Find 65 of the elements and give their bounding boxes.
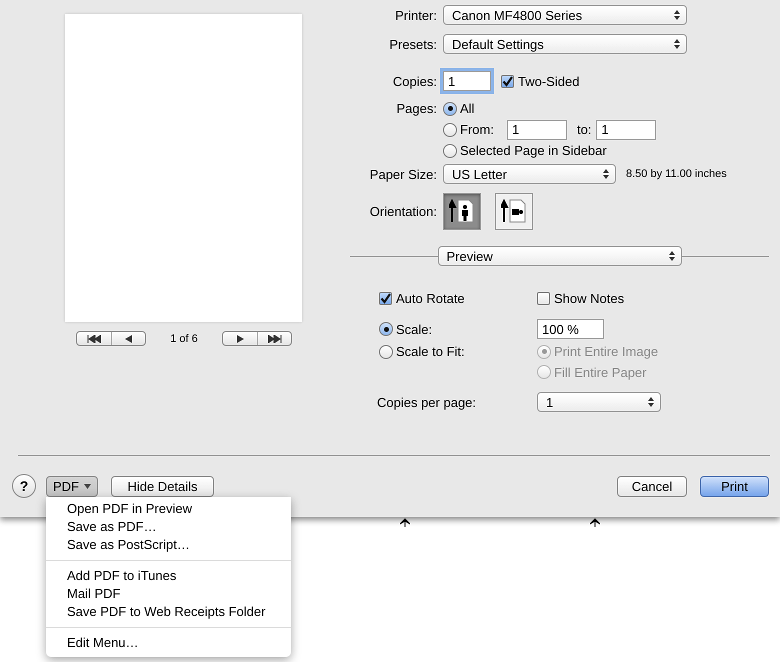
two-sided-checkbox[interactable] (501, 74, 514, 88)
section-popup[interactable]: Preview (438, 246, 682, 266)
stepper-arrows-icon (603, 169, 609, 179)
printer-label: Printer: (394, 8, 437, 22)
cancel-button[interactable]: Cancel (617, 476, 687, 496)
menu-item[interactable]: Save as PDF… (46, 518, 291, 536)
scale-field[interactable]: 100 % (537, 319, 604, 339)
show-notes-checkbox[interactable] (537, 292, 550, 304)
paper-dimensions: 8.50 by 11.00 inches (626, 168, 727, 180)
printer-popup[interactable]: Canon MF4800 Series (443, 5, 687, 25)
radio-label: Print Entire Image (554, 344, 658, 359)
presets-label: Presets: (388, 36, 437, 52)
paper-size-label: Paper Size: (368, 166, 437, 182)
radio-button[interactable] (379, 344, 393, 358)
menu-item[interactable]: Edit Menu… (46, 634, 291, 652)
triangle-right-icon (236, 334, 244, 342)
menu-item[interactable]: Add PDF to iTunes (46, 567, 291, 585)
menu-item[interactable]: Open PDF in Preview (46, 500, 291, 518)
radio-label: Selected Page in Sidebar (460, 143, 607, 158)
menu-item[interactable]: Save as PostScript… (46, 536, 291, 554)
checkbox-label: Show Notes (554, 290, 624, 306)
orientation-label: Orientation: (368, 204, 437, 218)
radio-button[interactable] (443, 122, 457, 136)
hide-details-button[interactable]: Hide Details (111, 476, 214, 496)
menu-item[interactable]: Save PDF to Web Receipts Folder (46, 603, 291, 621)
radio-button[interactable] (443, 102, 457, 116)
page-indicator: 1 of 6 (169, 332, 199, 344)
to-label: to: (576, 122, 592, 137)
radio-button[interactable] (443, 144, 457, 158)
radio-label: From: (460, 122, 494, 137)
print-button[interactable]: Print (700, 476, 769, 496)
radio-label: Scale: (396, 322, 432, 336)
pdf-menu-button[interactable]: PDF (46, 476, 98, 496)
skip-forward-icon (268, 334, 282, 342)
orientation-button[interactable] (443, 192, 481, 230)
menu-item[interactable]: Mail PDF (46, 585, 291, 603)
radio-label: Scale to Fit: (396, 344, 465, 359)
paper-size-popup[interactable]: US Letter (443, 164, 616, 184)
checkbox-label: Two-Sided (518, 74, 580, 88)
skip-back-icon (87, 334, 101, 342)
copies-field[interactable]: 1 (443, 71, 491, 91)
pages-label: Pages: (396, 101, 437, 116)
help-button[interactable]: ? (12, 474, 36, 498)
to-page-field[interactable]: 1 (596, 120, 656, 140)
copies-per-page-label: Copies per page: (377, 394, 478, 410)
caret-icon (84, 484, 91, 488)
stepper-arrows-icon (648, 397, 654, 407)
caret-up-icon (590, 518, 600, 527)
copies-per-page-popup[interactable]: 1 (537, 392, 661, 412)
radio-button[interactable] (379, 322, 393, 336)
triangle-left-icon (125, 334, 132, 342)
stepper-arrows-icon (674, 39, 680, 49)
presets-popup[interactable]: Default Settings (443, 34, 687, 54)
caret-up-icon (400, 518, 410, 527)
stepper-arrows-icon (668, 251, 674, 261)
radio-label: Fill Entire Paper (554, 364, 646, 380)
orientation-button[interactable] (495, 192, 533, 230)
from-page-field[interactable]: 1 (506, 120, 567, 140)
checkbox-label: Auto Rotate (396, 290, 465, 306)
landscape-orientation-icon (501, 198, 527, 224)
portrait-orientation-icon (449, 198, 475, 224)
copies-label: Copies: (392, 74, 437, 88)
radio-label: All (460, 101, 474, 116)
stepper-arrows-icon (674, 10, 680, 20)
auto-rotate-checkbox[interactable] (379, 292, 392, 304)
